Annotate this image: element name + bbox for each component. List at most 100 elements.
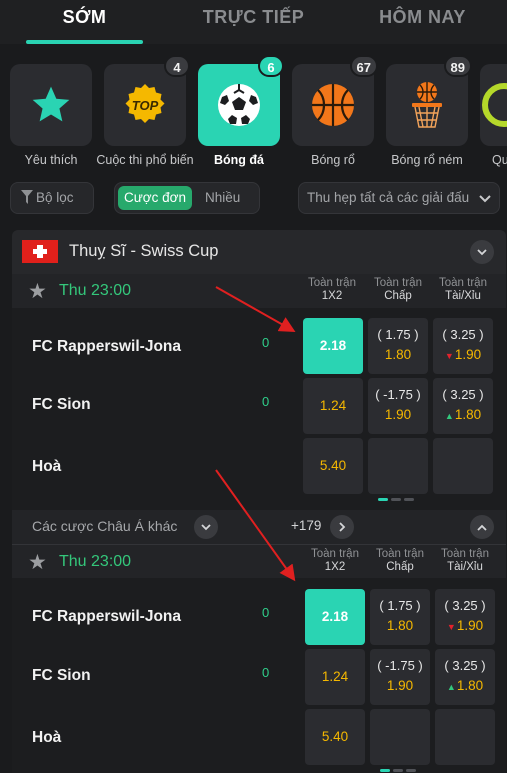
- team-score: 0: [262, 335, 270, 350]
- team-score: 0: [262, 394, 270, 409]
- chevron-down-icon: [477, 248, 487, 255]
- swiss-flag-icon: [22, 240, 58, 263]
- team-score: 0: [262, 665, 270, 680]
- basketball-hoop-icon: [412, 82, 442, 128]
- odd-handicap-away[interactable]: ( -1.75 ) 1.90: [368, 378, 428, 434]
- tab-hom-nay[interactable]: HÔM NAY: [338, 0, 507, 44]
- collapse-league-button[interactable]: [470, 240, 494, 264]
- team-name: Hoà: [32, 458, 62, 475]
- sports-carousel: Yêu thích TOP 4 Cuộc thi phổ biến 6 Bóng: [0, 44, 507, 172]
- odd-empty: [368, 438, 428, 494]
- column-header-handicap: Toàn trận Chấp: [374, 277, 422, 302]
- odd-over[interactable]: ( 3.25 ) ▼1.90: [433, 318, 493, 374]
- count-badge: 6: [258, 55, 284, 77]
- team-score: 0: [262, 605, 270, 620]
- event-header: ★ Thu 23:00 Toàn trận 1X2 Toàn trận Chấp T…: [12, 274, 506, 308]
- odd-under[interactable]: ( 3.25 ) ▲1.80: [433, 378, 493, 434]
- league-select-value: Thu hẹp tất cả các giải đấu: [307, 190, 470, 205]
- count-badge: 67: [349, 55, 378, 77]
- column-header-1x2: Toàn trận 1X2: [308, 277, 356, 302]
- tab-som[interactable]: SỚM: [0, 0, 169, 44]
- team-name: FC Sion: [32, 396, 91, 413]
- collapse-event-button[interactable]: [470, 515, 494, 539]
- sport-label: Bóng rổ ném: [391, 153, 463, 167]
- chevron-up-icon: [477, 524, 487, 531]
- team-name: FC Rapperswil-Jona: [32, 338, 181, 355]
- sport-label: Bóng rổ: [311, 153, 355, 167]
- count-badge: 4: [164, 55, 190, 77]
- league-name: Thuỵ Sĩ - Swiss Cup: [69, 242, 219, 260]
- partial-sport-icon: [482, 83, 507, 127]
- sport-label: Bóng đá: [214, 153, 264, 167]
- odd-handicap-home[interactable]: ( 1.75 ) 1.80: [370, 589, 430, 645]
- odd-1x2-draw[interactable]: 5.40: [305, 709, 365, 765]
- chevron-down-icon: [201, 523, 211, 530]
- down-arrow-icon: ▼: [444, 351, 454, 361]
- sport-basketball-shot[interactable]: 89 Bóng rổ ném: [386, 55, 472, 167]
- odd-handicap-away[interactable]: ( -1.75 ) 1.90: [370, 649, 430, 705]
- sport-favorites[interactable]: Yêu thích: [10, 64, 92, 167]
- multi-bet-option[interactable]: Nhiều: [205, 183, 240, 213]
- team-name: FC Sion: [32, 667, 91, 684]
- up-arrow-icon: ▲: [446, 682, 456, 692]
- odd-under[interactable]: ( 3.25 ) ▲1.80: [435, 649, 495, 705]
- sport-partial[interactable]: Qu: [480, 64, 507, 167]
- odd-1x2-draw[interactable]: 5.40: [303, 438, 363, 494]
- svg-text:TOP: TOP: [132, 98, 159, 113]
- event-time: Thu 23:00: [59, 282, 132, 299]
- sport-label: Cuộc thi phổ biến: [96, 153, 194, 167]
- odd-over[interactable]: ( 3.25 ) ▼1.90: [435, 589, 495, 645]
- pagination-dots: [380, 769, 416, 772]
- sport-popular[interactable]: TOP 4 Cuộc thi phổ biến: [96, 55, 194, 167]
- up-arrow-icon: ▲: [444, 411, 454, 421]
- sport-label: Qu: [492, 153, 507, 167]
- chevron-down-icon: [479, 195, 491, 203]
- league-select[interactable]: Thu hẹp tất cả các giải đấu: [298, 182, 500, 214]
- pagination-dots: [378, 498, 414, 501]
- match-odds-block: FC Rapperswil-Jona 0 2.18 ( 1.75 ) 1.80 (…: [12, 308, 506, 510]
- down-arrow-icon: ▼: [446, 622, 456, 632]
- basketball-icon: [312, 84, 354, 126]
- single-bet-option[interactable]: Cược đơn: [118, 186, 193, 210]
- league-header[interactable]: Thuỵ Sĩ - Swiss Cup: [12, 230, 506, 274]
- column-header-over-under: Toàn trận Tài/Xỉu: [441, 548, 489, 573]
- top-tabs: SỚM TRỰC TIẾP HÔM NAY: [0, 0, 507, 44]
- odd-1x2-home[interactable]: 2.18: [303, 318, 363, 374]
- star-icon: [32, 86, 70, 122]
- column-header-1x2: Toàn trận 1X2: [311, 548, 359, 573]
- chevron-right-icon: [338, 522, 345, 532]
- sport-basketball[interactable]: 67 Bóng rổ: [292, 55, 378, 167]
- column-header-over-under: Toàn trận Tài/Xỉu: [439, 277, 487, 302]
- filter-label: Bộ lọc: [36, 190, 74, 205]
- tab-truc-tiep[interactable]: TRỰC TIẾP: [169, 0, 338, 44]
- soccer-ball-icon: [218, 84, 260, 126]
- other-bets-label: Các cược Châu Á khác: [32, 518, 178, 534]
- odd-empty: [433, 438, 493, 494]
- other-bets-bar[interactable]: Các cược Châu Á khác +179: [12, 510, 506, 544]
- odd-empty: [435, 709, 495, 765]
- top-badge-icon: TOP: [125, 84, 165, 123]
- count-badge: 89: [443, 55, 472, 77]
- odd-1x2-home[interactable]: 2.18: [305, 589, 365, 645]
- more-bets-count: +179: [291, 518, 322, 533]
- odd-1x2-away[interactable]: 1.24: [305, 649, 365, 705]
- filter-icon: [21, 190, 33, 204]
- event-header: ★ Thu 23:00 Toàn trận 1X2 Toàn trận Chấp T…: [12, 544, 506, 578]
- expand-other-bets-button[interactable]: [194, 515, 218, 539]
- odd-empty: [370, 709, 430, 765]
- star-icon[interactable]: ★: [28, 550, 47, 575]
- odd-handicap-home[interactable]: ( 1.75 ) 1.80: [368, 318, 428, 374]
- sport-football[interactable]: 6 Bóng đá: [198, 55, 284, 167]
- bet-type-toggle: Cược đơn Nhiều: [114, 182, 260, 214]
- team-name: Hoà: [32, 729, 62, 746]
- column-header-handicap: Toàn trận Chấp: [376, 548, 424, 573]
- star-icon[interactable]: ★: [28, 279, 47, 304]
- filter-bar: Bộ lọc Cược đơn Nhiều Thu hẹp tất cả các…: [0, 172, 507, 224]
- event-time: Thu 23:00: [59, 553, 132, 570]
- match-odds-block: FC Rapperswil-Jona 0 2.18 ( 1.75 ) 1.80 (…: [12, 578, 506, 773]
- odd-1x2-away[interactable]: 1.24: [303, 378, 363, 434]
- team-name: FC Rapperswil-Jona: [32, 608, 181, 625]
- sport-label: Yêu thích: [24, 153, 78, 167]
- filter-button[interactable]: Bộ lọc: [10, 182, 94, 214]
- more-bets-button[interactable]: [330, 515, 354, 539]
